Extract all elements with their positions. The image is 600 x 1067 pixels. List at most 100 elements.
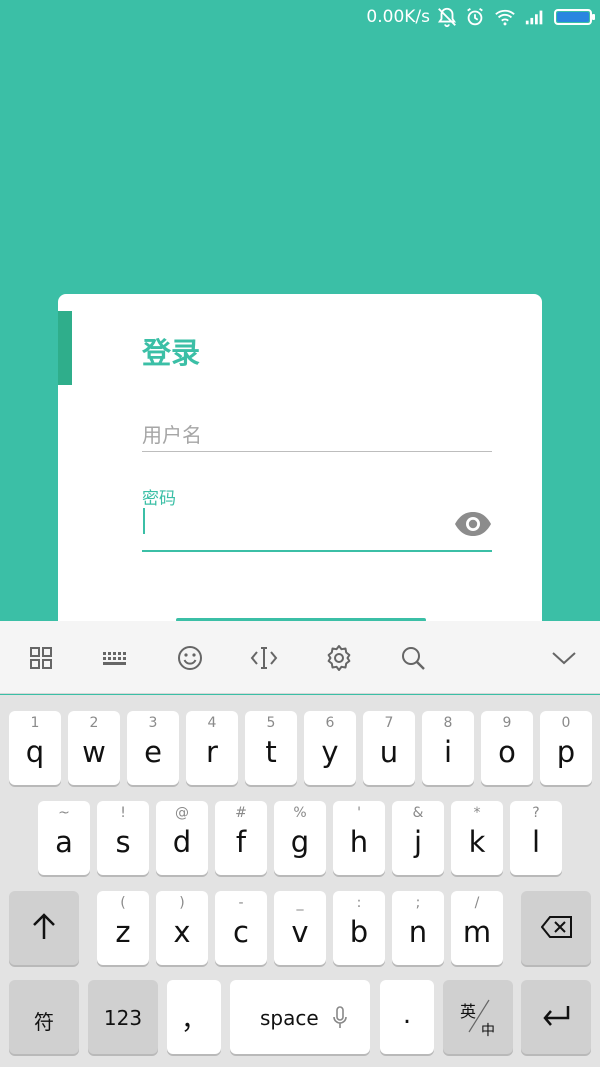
key-label: t <box>265 735 277 769</box>
key-y[interactable]: 6y <box>304 711 356 785</box>
key-d[interactable]: @ d <box>156 801 208 875</box>
card-accent-bar <box>58 311 72 385</box>
key-hint: & <box>412 805 424 821</box>
key-label: l <box>531 825 541 859</box>
settings-gear-icon[interactable] <box>325 644 353 672</box>
key-hint: 8 <box>443 715 453 731</box>
key-hint: ) <box>179 895 185 911</box>
key-label: m <box>462 915 492 949</box>
key-i[interactable]: 8i <box>422 711 474 785</box>
key-label: e <box>144 735 162 769</box>
key-label: i <box>443 735 453 769</box>
username-input[interactable] <box>142 420 492 450</box>
key-hint: @ <box>175 805 189 821</box>
key-label: b <box>349 915 369 949</box>
key-hint: ~ <box>58 805 70 821</box>
backspace-key[interactable] <box>521 891 591 965</box>
key-l[interactable]: ? l <box>510 801 562 875</box>
key-hint: % <box>293 805 307 821</box>
key-j[interactable]: & j <box>392 801 444 875</box>
period-key[interactable]: . <box>380 980 434 1054</box>
key-label: n <box>408 915 428 949</box>
key-hint: 1 <box>30 715 40 731</box>
key-hint: / <box>474 895 480 911</box>
language-switch-key[interactable]: 英 中 <box>443 980 513 1054</box>
microphone-icon <box>333 1006 347 1028</box>
key-p[interactable]: 0p <box>540 711 592 785</box>
period-key-label: . <box>402 1000 412 1030</box>
key-hint: 4 <box>207 715 217 731</box>
key-r[interactable]: 4r <box>186 711 238 785</box>
key-hint: ! <box>120 805 126 821</box>
key-s[interactable]: ! s <box>97 801 149 875</box>
key-hint: : <box>356 895 362 911</box>
key-hint: 7 <box>384 715 394 731</box>
key-hint: ; <box>415 895 421 911</box>
key-hint: 9 <box>502 715 512 731</box>
symbols-key[interactable]: 符 <box>9 980 79 1054</box>
key-label: z <box>115 915 131 949</box>
keyboard-toolbar <box>0 621 600 694</box>
key-label: q <box>25 735 45 769</box>
key-c[interactable]: -c <box>215 891 267 965</box>
status-bar: 0.00K/s <box>0 0 600 34</box>
space-key[interactable]: space <box>230 980 370 1054</box>
numbers-key[interactable]: 123 <box>88 980 158 1054</box>
key-hint: 6 <box>325 715 335 731</box>
soft-keyboard: 1q2w3e4r5t6y7u8i9o0p ~ a! s @ d # f% g ' h & j * k? l … <box>0 695 600 1067</box>
key-e[interactable]: 3e <box>127 711 179 785</box>
key-label: y <box>321 735 339 769</box>
lang-zh-label: 中 <box>481 1023 495 1039</box>
keyboard-layout-icon[interactable] <box>101 644 129 672</box>
key-w[interactable]: 2w <box>68 711 120 785</box>
key-h[interactable]: ' h <box>333 801 385 875</box>
comma-key[interactable]: ， <box>167 980 221 1054</box>
key-label: c <box>233 915 249 949</box>
key-label: d <box>172 825 192 859</box>
key-v[interactable]: _ v <box>274 891 326 965</box>
key-x[interactable]: ) x <box>156 891 208 965</box>
key-label: a <box>55 825 73 859</box>
collapse-keyboard-chevron-down-icon[interactable] <box>550 644 578 672</box>
username-field[interactable] <box>142 420 492 452</box>
symbols-key-label: 符 <box>34 1010 54 1034</box>
apps-grid-icon[interactable] <box>27 644 55 672</box>
backspace-icon <box>541 916 572 938</box>
key-f[interactable]: # f <box>215 801 267 875</box>
key-a[interactable]: ~ a <box>38 801 90 875</box>
key-u[interactable]: 7u <box>363 711 415 785</box>
shift-key[interactable] <box>9 891 79 965</box>
emoji-icon[interactable] <box>176 644 204 672</box>
enter-key[interactable] <box>521 980 591 1054</box>
key-label: w <box>82 735 106 769</box>
shift-arrow-icon <box>33 913 55 939</box>
key-label: s <box>115 825 131 859</box>
key-o[interactable]: 9o <box>481 711 533 785</box>
key-n[interactable]: ; n <box>392 891 444 965</box>
key-label: g <box>290 825 310 859</box>
key-hint: 3 <box>148 715 158 731</box>
cursor-move-icon[interactable] <box>250 644 278 672</box>
search-icon[interactable] <box>399 644 427 672</box>
key-g[interactable]: % g <box>274 801 326 875</box>
key-hint: _ <box>296 895 304 911</box>
key-z[interactable]: (z <box>97 891 149 965</box>
key-label: x <box>173 915 191 949</box>
key-label: u <box>379 735 399 769</box>
login-card: 登录 密码 <box>58 294 542 654</box>
password-field[interactable] <box>142 504 492 552</box>
key-b[interactable]: :b <box>333 891 385 965</box>
key-hint: 5 <box>266 715 276 731</box>
key-q[interactable]: 1q <box>9 711 61 785</box>
enter-return-icon <box>543 1006 570 1026</box>
wifi-icon <box>495 9 515 26</box>
key-k[interactable]: * k <box>451 801 503 875</box>
key-hint: 0 <box>561 715 571 731</box>
key-t[interactable]: 5t <box>245 711 297 785</box>
key-m[interactable]: / m <box>451 891 503 965</box>
key-label: f <box>235 825 247 859</box>
key-hint: 2 <box>89 715 99 731</box>
notifications-muted-icon <box>437 7 457 28</box>
alarm-icon <box>467 7 483 26</box>
show-password-eye-icon[interactable] <box>454 510 492 538</box>
